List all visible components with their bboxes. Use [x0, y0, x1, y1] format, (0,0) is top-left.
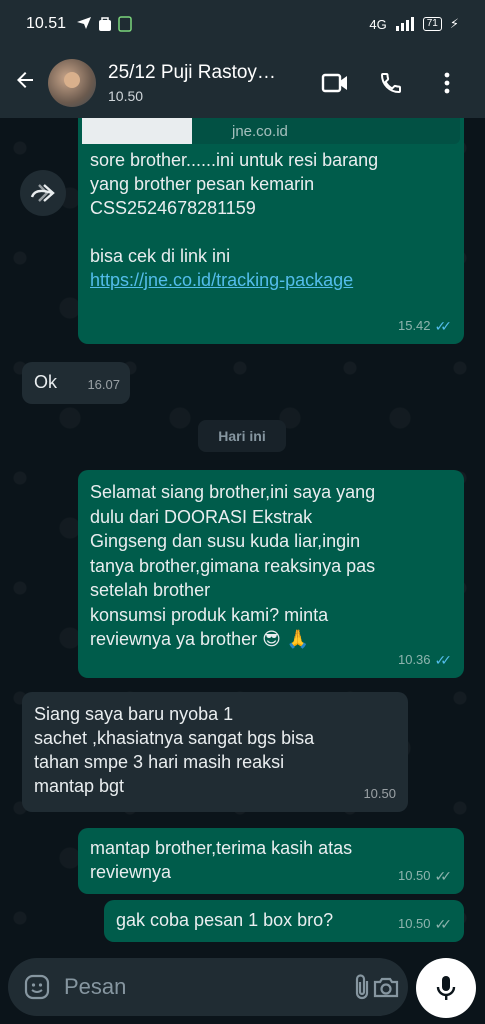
attach-icon[interactable] — [352, 973, 372, 1001]
message-text: mantap brother,terima kasih atas — [90, 838, 353, 858]
battery-indicator: 71 — [422, 17, 442, 31]
message-input[interactable] — [64, 974, 352, 1000]
last-seen: 10.50 — [108, 88, 144, 104]
network-indicator: 4G — [369, 16, 387, 32]
phone-icon[interactable] — [363, 71, 419, 95]
message-time: 15.42 ✓✓ — [398, 314, 452, 338]
message-outgoing[interactable]: mantap brother,terima kasih atas reviewn… — [78, 828, 464, 894]
mic-icon[interactable] — [416, 958, 476, 1018]
delivered-ticks-icon: ✓✓ — [434, 916, 453, 932]
message-incoming[interactable]: Siang saya baru nyoba 1 sachet ,khasiatn… — [22, 692, 408, 812]
read-ticks-icon: ✓✓ — [434, 318, 453, 334]
status-time: 10.51 — [26, 15, 67, 32]
date-chip: Hari ini — [198, 420, 286, 452]
message-text: yang brother pesan kemarin — [90, 174, 315, 194]
message-time: 10.50 ✓✓ — [398, 912, 452, 936]
link-preview[interactable]: jne.co.id — [82, 118, 460, 144]
video-call-icon[interactable] — [307, 72, 363, 94]
message-text: setelah brother — [90, 580, 211, 600]
message-text: CSS2524678281159 — [90, 198, 256, 218]
message-outgoing[interactable]: Selamat siang brother,ini saya yang dulu… — [78, 470, 464, 678]
message-text: tahan smpe 3 hari masih reaksi — [34, 752, 285, 772]
message-text: tanya brother,gimana reaksinya pas — [90, 555, 376, 576]
message-text: mantap bgt — [34, 776, 125, 796]
emoji: 😎 🙏 — [262, 629, 310, 650]
message-text: sachet ,khasiatnya sangat bgs bisa — [34, 728, 315, 748]
sticker-icon[interactable] — [24, 974, 50, 1000]
preview-domain: jne.co.id — [232, 122, 288, 140]
message-time: 10.50 ✓✓ — [398, 864, 452, 888]
camera-icon[interactable] — [372, 975, 400, 999]
chat-header: 25/12 Puji Rastoy… 10.50 — [0, 48, 485, 118]
message-text: dulu dari DOORASI Ekstrak — [90, 506, 313, 527]
preview-thumbnail — [82, 118, 192, 144]
message-text: konsumsi produk kami? minta — [90, 604, 329, 625]
chat-area[interactable]: sore brother......ini untuk resi barang … — [0, 118, 485, 950]
back-arrow-icon[interactable] — [10, 68, 40, 99]
message-time: 10.50 — [363, 786, 396, 801]
status-bar: 10.51 4G 71 ⚡ — [0, 0, 485, 48]
composer-bar — [0, 950, 485, 1024]
message-text: reviewnya ya brother — [90, 629, 258, 649]
contact-name[interactable]: 25/12 Puji Rastoy… — [108, 62, 307, 84]
message-text: Siang saya baru nyoba 1 — [34, 704, 234, 724]
message-text: Gingseng dan susu kuda liar,ingin — [90, 531, 361, 551]
message-text: sore brother......ini untuk resi barang — [90, 150, 379, 170]
charging-icon: ⚡ — [449, 16, 459, 31]
notification-icons — [76, 16, 132, 32]
avatar[interactable] — [48, 59, 96, 107]
delivered-ticks-icon: ✓✓ — [434, 868, 453, 884]
message-time: 16.07 — [87, 377, 120, 392]
tracking-link[interactable]: https://jne.co.id/tracking-package — [90, 268, 452, 292]
message-text: bisa cek di link ini — [90, 246, 231, 266]
message-text: Selamat siang brother,ini saya yang — [90, 482, 376, 502]
contact-info[interactable]: 25/12 Puji Rastoy… 10.50 — [108, 62, 307, 104]
message-time: 10.36 ✓✓ — [398, 648, 452, 673]
message-text: Ok — [34, 372, 58, 392]
message-incoming[interactable]: Ok 16.07 — [22, 362, 130, 404]
message-outgoing[interactable]: sore brother......ini untuk resi barang … — [78, 118, 464, 344]
read-ticks-icon: ✓✓ — [434, 651, 453, 668]
more-icon[interactable] — [419, 72, 475, 94]
forward-icon[interactable] — [20, 170, 66, 216]
message-text: gak coba pesan 1 box bro? — [116, 910, 334, 930]
signal-icon — [395, 17, 414, 31]
message-outgoing[interactable]: gak coba pesan 1 box bro? 10.50 ✓✓ — [104, 900, 464, 942]
message-composer[interactable] — [8, 958, 408, 1016]
